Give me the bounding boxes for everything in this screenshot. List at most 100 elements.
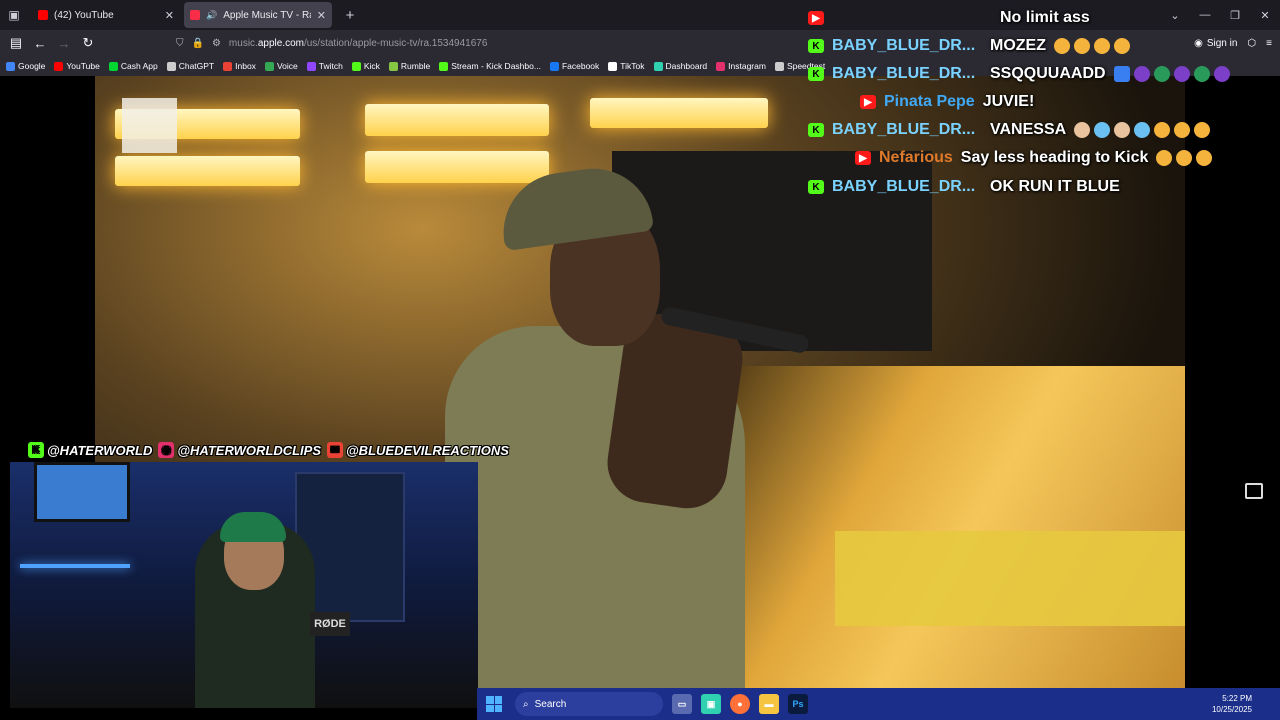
mic-label: RØDE bbox=[310, 612, 350, 636]
new-tab-button[interactable]: + bbox=[340, 7, 360, 24]
windows-start-icon[interactable] bbox=[483, 693, 505, 715]
chat-text: SSQQUUAADD bbox=[990, 65, 1106, 82]
chat-username: Nefarious bbox=[879, 149, 953, 166]
bookmark-label: Voice bbox=[276, 61, 298, 71]
bookmark-item[interactable]: Facebook bbox=[549, 61, 600, 71]
permissions-icon[interactable]: ⚙ bbox=[212, 38, 221, 49]
youtube-icon: ▶ bbox=[860, 95, 876, 109]
chat-text: No limit ass bbox=[1000, 9, 1090, 26]
face-emote-icon bbox=[1074, 38, 1090, 54]
bookmark-favicon-icon bbox=[439, 61, 449, 71]
bookmark-label: Kick bbox=[363, 61, 380, 71]
face-emote-icon bbox=[1156, 150, 1173, 166]
chat-text: OK RUN IT BLUE bbox=[990, 178, 1120, 195]
tab-title: Apple Music TV - Radio Sta bbox=[223, 9, 311, 21]
chat-text: JUVIE! bbox=[982, 93, 1035, 110]
bookmark-favicon-icon bbox=[351, 61, 361, 71]
social-handle: K @HATERWORLD bbox=[28, 442, 152, 458]
bookmark-label: Facebook bbox=[561, 61, 600, 71]
chat-emotes bbox=[1113, 66, 1230, 82]
chat-text: MOZEZ bbox=[990, 37, 1046, 54]
chat-message: K BABY_BLUE_DR... OK RUN IT BLUE bbox=[808, 178, 1120, 196]
bookmark-favicon-icon bbox=[6, 61, 15, 71]
face-emote-icon bbox=[1054, 38, 1070, 54]
globe-emote-icon bbox=[1193, 66, 1210, 82]
fullscreen-icon[interactable] bbox=[1245, 483, 1263, 499]
lock-icon[interactable]: 🔒 bbox=[192, 38, 204, 49]
tab-list-icon[interactable]: ▣ bbox=[0, 0, 28, 30]
social-handles: K @HATERWORLD ◎ @HATERWORLDCLIPS ✉ @BLUEDEVIL… bbox=[28, 438, 509, 462]
bookmark-item[interactable]: Inbox bbox=[223, 61, 256, 71]
bookmark-item[interactable]: Google bbox=[6, 61, 45, 71]
chat-message: ▶ Pinata Pepe JUVIE! bbox=[860, 93, 1034, 111]
bookmark-item[interactable]: Instagram bbox=[716, 61, 766, 71]
chat-text: VANESSA bbox=[990, 121, 1067, 138]
bookmark-label: ChatGPT bbox=[178, 61, 215, 71]
bookmark-favicon-icon bbox=[653, 61, 663, 71]
bookmark-item[interactable]: Stream - Kick Dashbo... bbox=[439, 61, 541, 71]
url-text[interactable]: music.apple.com/us/station/apple-music-t… bbox=[229, 38, 488, 49]
stage-light bbox=[590, 98, 768, 128]
chat-message: K BABY_BLUE_DR... SSQQUUAADD bbox=[808, 65, 1230, 83]
handle-label: @HATERWORLDCLIPS bbox=[177, 442, 321, 458]
bookmark-item[interactable]: Dashboard bbox=[653, 61, 708, 71]
purple-emote-icon bbox=[1213, 66, 1230, 82]
close-tab-icon[interactable]: ✕ bbox=[317, 9, 326, 22]
task-view-icon[interactable]: ▭ bbox=[672, 694, 692, 714]
photoshop-icon[interactable]: Ps bbox=[788, 694, 808, 714]
taskbar-search[interactable]: ⌕ Search bbox=[515, 692, 663, 716]
bookmark-item[interactable]: Rumble bbox=[388, 61, 431, 71]
bookmark-item[interactable]: Kick bbox=[351, 61, 380, 71]
bookmark-item[interactable]: TikTok bbox=[608, 61, 645, 71]
bookmark-label: Google bbox=[18, 61, 46, 71]
apple-music-favicon-icon bbox=[190, 10, 200, 20]
face-emote-icon bbox=[1114, 38, 1130, 54]
forward-button[interactable]: → bbox=[52, 31, 76, 55]
bookmark-item[interactable]: ChatGPT bbox=[166, 61, 215, 71]
close-tab-icon[interactable]: ✕ bbox=[165, 9, 174, 22]
system-clock[interactable]: 5:22 PM 10/25/2025 bbox=[1212, 693, 1252, 715]
purple-emote-icon bbox=[1173, 66, 1190, 82]
mail-icon: ✉ bbox=[327, 442, 343, 458]
app-icon[interactable]: ▣ bbox=[701, 694, 721, 714]
bookmark-item[interactable]: YouTube bbox=[54, 61, 100, 71]
kick-icon: K bbox=[808, 67, 824, 81]
chat-overlay: ▶ No limit ass K BABY_BLUE_DR... MOZEZ K BABY_… bbox=[800, 0, 1280, 220]
speaker-icon[interactable]: 🔊 bbox=[206, 10, 217, 21]
chat-text: Say less heading to Kick bbox=[960, 149, 1149, 166]
stage-light bbox=[115, 156, 300, 186]
reload-button[interactable]: ↻ bbox=[76, 31, 100, 55]
taskbar: ⌕ Search ▭ ▣ ● ▬ Ps 5:22 PM 10/25/2025 bbox=[477, 688, 1280, 720]
bookmark-favicon-icon bbox=[388, 61, 398, 71]
firefox-icon[interactable]: ● bbox=[730, 694, 750, 714]
search-label: Search bbox=[534, 698, 567, 710]
purple-emote-icon bbox=[1133, 66, 1150, 82]
back-button[interactable]: ← bbox=[28, 31, 52, 55]
bookmark-item[interactable]: Cash App bbox=[108, 61, 158, 71]
blue-emote-icon bbox=[1094, 122, 1111, 138]
bookmark-item[interactable]: Voice bbox=[264, 61, 298, 71]
youtube-icon: ▶ bbox=[808, 11, 824, 25]
sidebar-toggle-icon[interactable]: ▤ bbox=[4, 31, 28, 55]
bookmark-label: Stream - Kick Dashbo... bbox=[451, 61, 541, 71]
social-handle: ✉ @BLUEDEVILREACTIONS bbox=[327, 442, 509, 458]
chat-username: BABY_BLUE_DR... bbox=[832, 178, 976, 195]
handle-label: @HATERWORLD bbox=[47, 442, 153, 458]
face-emote-icon bbox=[1174, 122, 1191, 138]
face-emote-icon bbox=[1176, 150, 1193, 166]
file-explorer-icon[interactable]: ▬ bbox=[759, 694, 779, 714]
chat-message: K BABY_BLUE_DR... MOZEZ bbox=[808, 37, 1130, 55]
neon-strip bbox=[20, 564, 130, 568]
bookmark-label: Rumble bbox=[400, 61, 431, 71]
bookmark-item[interactable]: Twitch bbox=[306, 61, 343, 71]
bookmark-label: YouTube bbox=[66, 61, 100, 71]
tab-youtube[interactable]: (42) YouTube ✕ bbox=[32, 2, 180, 28]
kick-icon: K bbox=[808, 123, 824, 137]
bookmark-label: Twitch bbox=[318, 61, 343, 71]
tab-apple-music[interactable]: 🔊 Apple Music TV - Radio Sta ✕ bbox=[184, 2, 332, 28]
bookmark-label: Dashboard bbox=[665, 61, 708, 71]
chat-emotes bbox=[1054, 38, 1130, 54]
face-emote-icon bbox=[1194, 122, 1211, 138]
hand-emote-icon bbox=[1114, 122, 1131, 138]
shield-icon[interactable]: ⛉ bbox=[176, 38, 184, 49]
